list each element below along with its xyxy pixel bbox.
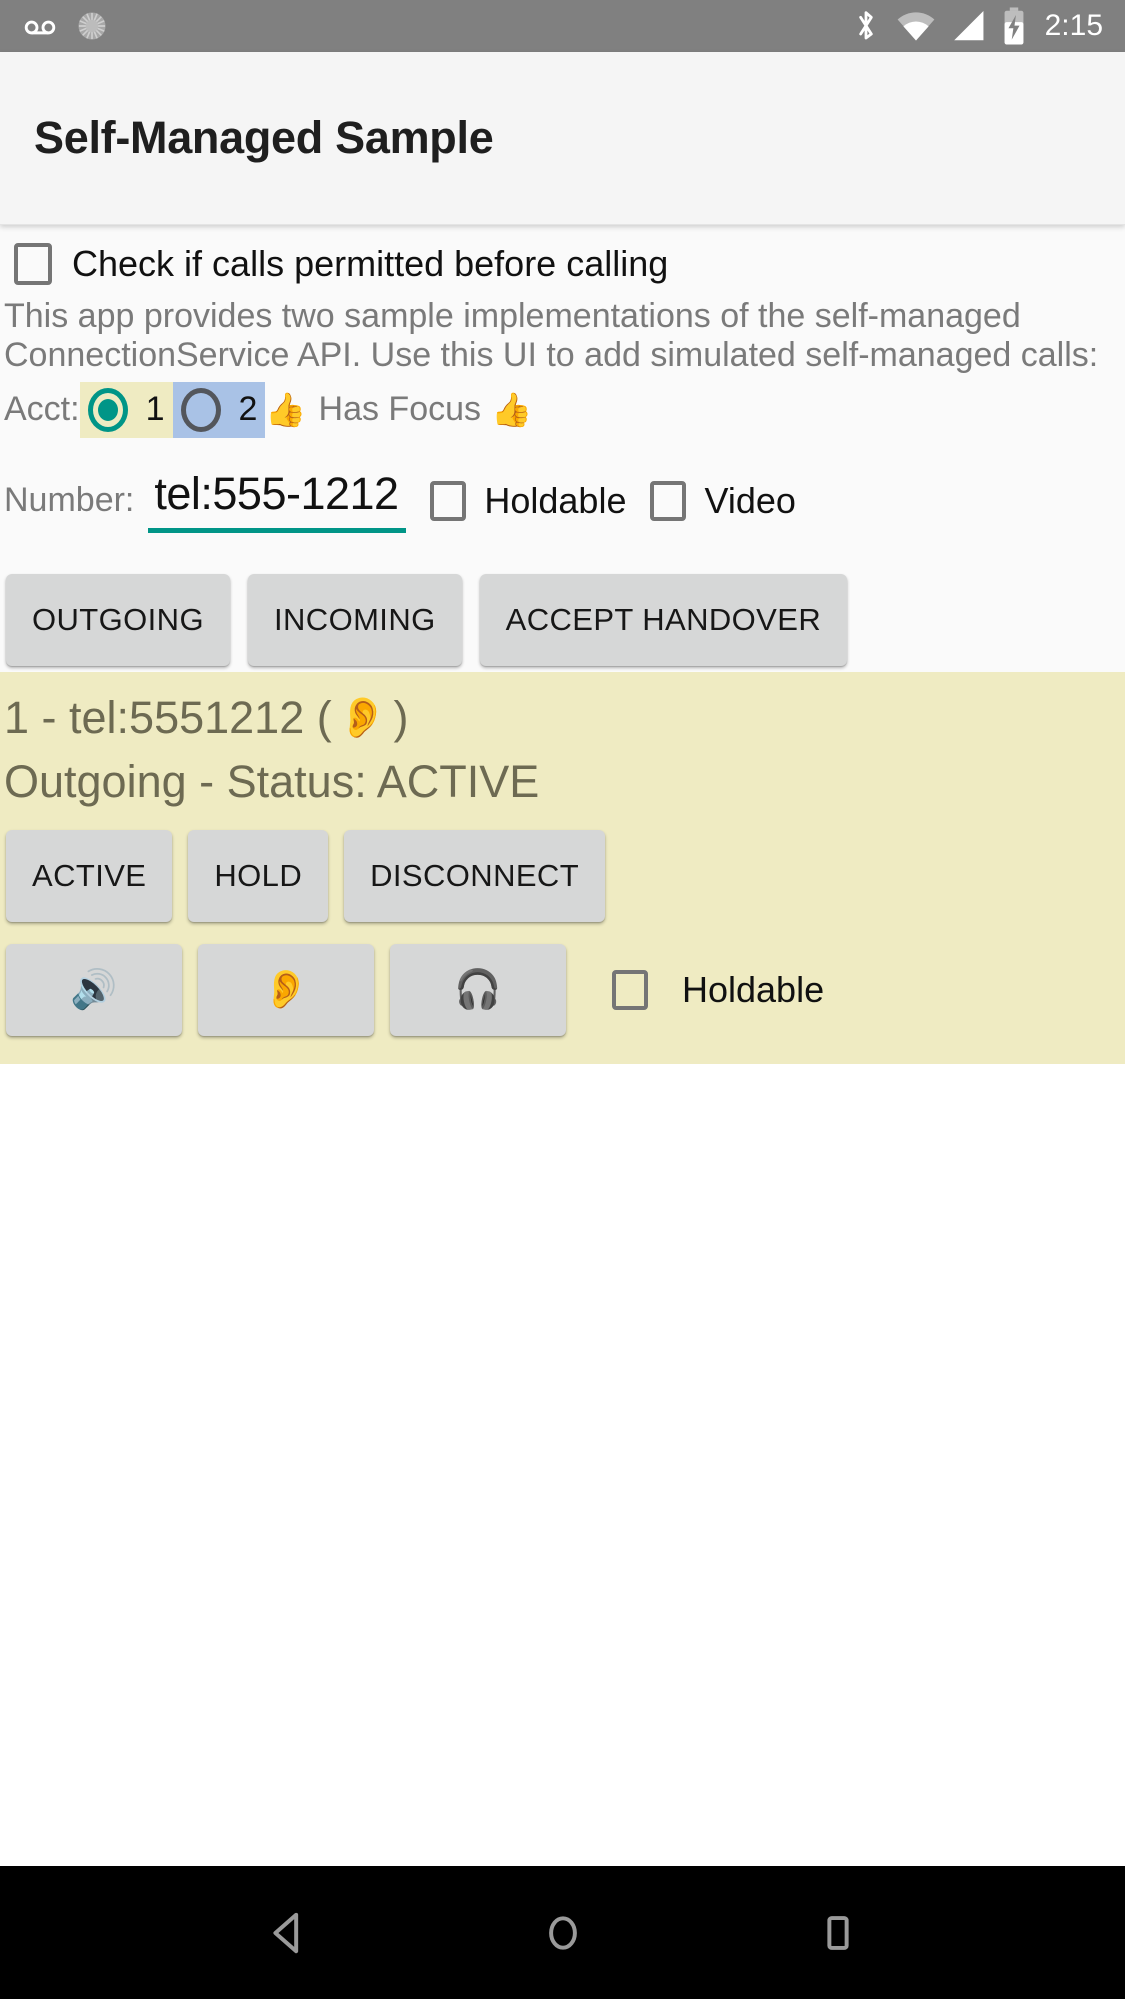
thumbs-up-icon: 👍 — [265, 391, 307, 429]
call-identity-suffix: ) — [393, 691, 409, 743]
status-bar-right-icons: 2:15 — [850, 6, 1103, 46]
bluetooth-icon — [850, 7, 882, 45]
main-content: Check if calls permitted before calling … — [0, 225, 1125, 1064]
system-nav-bar — [0, 1866, 1125, 1999]
wifi-icon — [895, 9, 937, 43]
home-circle-icon — [548, 1915, 577, 1950]
status-bar: 2:15 — [0, 0, 1125, 52]
incoming-button[interactable]: INCOMING — [247, 573, 462, 666]
call-hold-button[interactable]: HOLD — [188, 829, 329, 922]
main-action-buttons: OUTGOING INCOMING ACCEPT HANDOVER — [0, 568, 1125, 672]
call-card: 1 - tel:5551212 ( 👂 ) Outgoing - Status:… — [0, 671, 1125, 1064]
audio-speaker-button[interactable]: 🔊 — [6, 943, 182, 1036]
call-disconnect-button[interactable]: DISCONNECT — [344, 829, 606, 922]
call-holdable-label: Holdable — [682, 968, 825, 1010]
back-nav-button[interactable] — [228, 1873, 348, 1993]
radio-selected-icon — [87, 387, 128, 432]
thumbs-up-icon: 👍 — [491, 391, 533, 429]
call-audio-buttons: 🔊 👂 🎧 Holdable — [0, 943, 1125, 1036]
accept-handover-button[interactable]: ACCEPT HANDOVER — [479, 573, 848, 666]
account-radio-1-label: 1 — [145, 390, 165, 429]
outgoing-button[interactable]: OUTGOING — [6, 573, 230, 666]
video-checkbox[interactable] — [650, 480, 687, 521]
call-status-line: Outgoing - Status: ACTIVE — [4, 755, 540, 807]
ear-icon: 👂 — [337, 695, 388, 740]
sync-spinner-icon — [74, 8, 110, 44]
account-radio-2-label: 2 — [238, 390, 258, 429]
permission-check-label: Check if calls permitted before calling — [72, 243, 669, 284]
number-input-value: tel:555-1212 — [154, 468, 399, 520]
recents-nav-button[interactable] — [778, 1873, 898, 1993]
account-radio-1[interactable]: 1 — [79, 381, 173, 438]
number-label: Number: — [4, 481, 135, 520]
account-label: Acct: — [4, 390, 80, 429]
number-row: Number: tel:555-1212 Holdable Video — [0, 458, 1125, 544]
cell-signal-icon — [950, 9, 988, 43]
has-focus-label: Has Focus — [318, 390, 482, 429]
app-bar: Self-Managed Sample — [0, 52, 1125, 225]
holdable-checkbox[interactable] — [430, 480, 467, 521]
video-label: Video — [704, 479, 796, 521]
holdable-label: Holdable — [484, 479, 627, 521]
permission-check-row[interactable]: Check if calls permitted before calling — [0, 225, 1125, 303]
call-holdable-checkbox[interactable] — [612, 969, 648, 1010]
call-active-button[interactable]: ACTIVE — [6, 829, 173, 922]
call-identity-line: 1 - tel:5551212 ( 👂 ) — [0, 686, 1125, 750]
home-nav-button[interactable] — [503, 1873, 623, 1993]
radio-dot — [97, 398, 118, 421]
account-row: Acct: 1 2 👍 Has Focus 👍 — [0, 381, 1125, 438]
permission-checkbox[interactable] — [14, 243, 52, 285]
call-identity-prefix: 1 - tel:5551212 ( — [4, 691, 332, 743]
radio-unselected-icon — [180, 387, 221, 432]
call-state-buttons: ACTIVE HOLD DISCONNECT — [0, 829, 1125, 922]
status-bar-clock: 2:15 — [1044, 9, 1103, 42]
number-input[interactable]: tel:555-1212 — [148, 468, 407, 534]
audio-earpiece-button[interactable]: 👂 — [198, 943, 374, 1036]
status-bar-left-icons — [22, 8, 110, 44]
page-title: Self-Managed Sample — [34, 112, 494, 163]
description-text: This app provides two sample implementat… — [4, 297, 1099, 375]
voicemail-icon — [22, 8, 58, 44]
audio-headset-button[interactable]: 🎧 — [390, 943, 566, 1036]
battery-charging-icon — [1001, 6, 1027, 46]
back-triangle-icon — [272, 1912, 298, 1953]
account-radio-2[interactable]: 2 — [172, 381, 266, 438]
recents-square-icon — [826, 1915, 849, 1950]
